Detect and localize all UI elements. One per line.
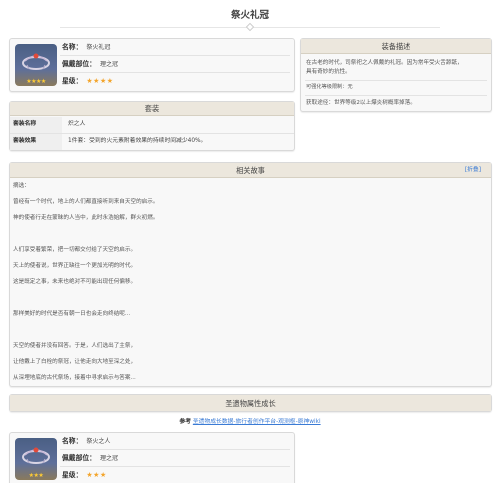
story-line: 让他戴上了白栓的祭冠，让他走向大地至深之处， (13, 359, 137, 365)
divider (305, 80, 487, 81)
story-line: 曾经有一个时代，地上的人们都直接听到来自天空的启示。 (13, 199, 159, 205)
item-slot-value: 理之冠 (99, 454, 118, 462)
set-effect-key: 套装效果 (10, 134, 62, 150)
set-name-value: 炽之人 (68, 121, 86, 128)
divider (305, 95, 487, 96)
story-line: 天上的使者说，世界正缺往一个更加光明的时代。 (13, 263, 137, 269)
page-title: 祭火礼冠 (230, 10, 269, 21)
description-text-1: 在古老的时代，司祭祀之人佩戴的礼冠。因为常年受火舌舔舐， (306, 60, 463, 66)
story-line: 那样美好的时代是否有朝一日也会走向终结呢... (13, 311, 131, 317)
growth-header: 圣遗物属性成长 (10, 395, 491, 411)
set-name-key: 套装名称 (10, 117, 62, 133)
icon-rarity-stars: ★★★★ (26, 77, 46, 85)
story-line: 天空的使者并没有回答。于是，人们选出了主祭， (13, 343, 137, 349)
icon-rarity-stars: ★★★ (28, 471, 44, 479)
reference-line: 参考 圣遗物成长数据-旅行者创作平台-观测枢-原神wiki (0, 419, 500, 426)
set-header: 套装 (10, 102, 294, 116)
reference-label: 参考 (179, 419, 191, 425)
reference-link[interactable]: 圣遗物成长数据-旅行者创作平台-观测枢-原神wiki (193, 419, 321, 425)
story-card: 相关故事 [折叠] (9, 162, 492, 387)
item-slot-row: 佩戴部位： 理之冠 (62, 453, 118, 464)
item-rarity-label: 星级： (62, 471, 83, 480)
item-info-card-2: ★★★ 名称： 祭火之人 佩戴部位： 理之冠 星级： ★★★ (9, 432, 295, 483)
item-name-label: 名称： (62, 437, 83, 446)
diamond-ornament (245, 22, 255, 32)
item-slot-row: 佩戴部位： 理之冠 (62, 59, 118, 70)
item-slot-label: 佩戴部位： (62, 60, 96, 69)
story-line: 从深埋地底的古代祭场，接着中寻求启示与答案... (13, 375, 136, 381)
divider (60, 449, 290, 450)
source-text: 获取途径：世界等级2以上爆炎树概率掉落。 (306, 100, 416, 106)
item-slot-label: 佩戴部位： (62, 454, 96, 463)
item-slot-value: 理之冠 (99, 60, 118, 68)
crown-relic-icon: ★★★★ (15, 44, 57, 86)
collapse-link[interactable]: [折叠] (465, 167, 481, 174)
item-name-row: 名称： 祭火之人 (62, 436, 110, 447)
crown-relic-icon: ★★★ (15, 438, 57, 480)
title-divider (60, 22, 440, 32)
story-line: 摘选： (13, 183, 30, 189)
max-enhance-text: 可强化等级限制：无 (306, 84, 353, 90)
description-card: 装备描述 在古老的时代，司祭祀之人佩戴的礼冠。因为常年受火舌舔舐， 具有奇妙的抗… (300, 38, 492, 112)
description-text-2: 具有奇妙的抗性。 (306, 69, 351, 75)
item-name-label: 名称： (62, 43, 83, 52)
description-header: 装备描述 (301, 39, 491, 54)
item-rarity-label: 星级： (62, 77, 83, 86)
item-rarity-row: 星级： ★★★★ (62, 76, 114, 87)
set-card: 套装 套装名称 炽之人 套装效果 1件套：受到的火元素附着效果的持续时间减少40… (9, 101, 295, 151)
item-name-value: 祭火之人 (86, 437, 111, 445)
growth-card: 圣遗物属性成长 (9, 394, 492, 412)
divider (60, 466, 290, 467)
story-line: 人们享受着繁荣，把一切都交付给了天空的启示。 (13, 247, 137, 253)
divider (60, 72, 290, 73)
item-name-value: 祭火礼冠 (86, 43, 111, 51)
story-line: 神的使者行走在蒙昧的人当中，此时永浩始解，群火初燃。 (13, 215, 159, 221)
rarity-stars: ★★★ (86, 471, 107, 480)
story-line: 这是既定之事，未来也绝对不可能出现任何偏移。 (13, 279, 137, 285)
set-effect-value: 1件套：受到的火元素附着效果的持续时间减少40%。 (68, 138, 207, 145)
item-info-card: ★★★★ 名称： 祭火礼冠 佩戴部位： 理之冠 星级： ★★★★ (9, 38, 295, 92)
rarity-stars: ★★★★ (86, 77, 114, 86)
divider (60, 55, 290, 56)
story-header: 相关故事 (10, 163, 491, 178)
item-rarity-row: 星级： ★★★ (62, 470, 107, 481)
item-name-row: 名称： 祭火礼冠 (62, 42, 110, 53)
